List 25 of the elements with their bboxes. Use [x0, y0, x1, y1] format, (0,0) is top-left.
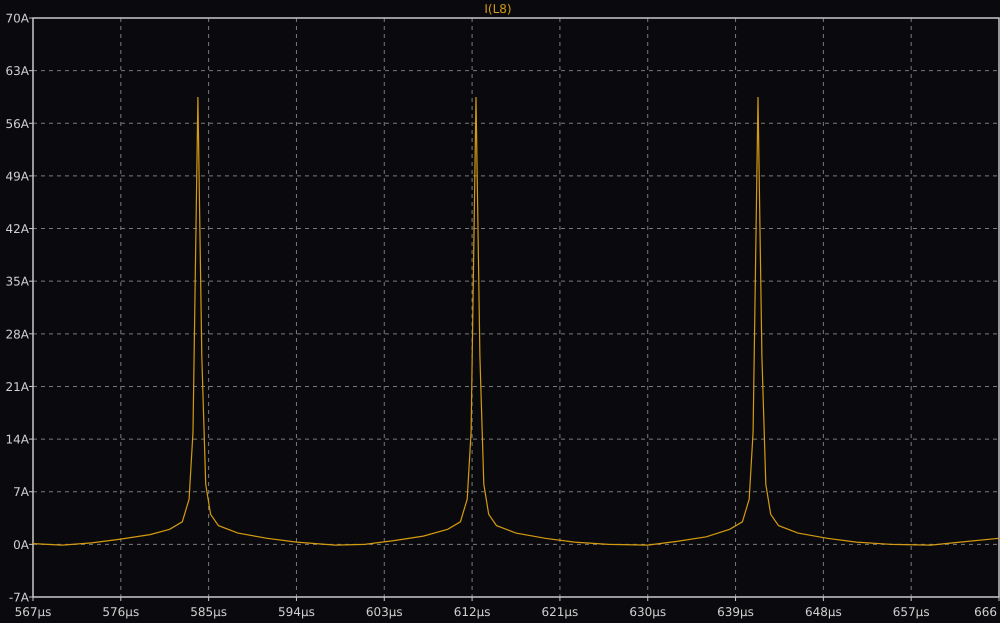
axis-tick-label: 7A — [13, 485, 29, 500]
axis-tick-label: 56A — [6, 116, 29, 131]
axis-tick-label: 567µs — [14, 605, 52, 619]
axis-tick-label: 28A — [6, 327, 29, 342]
axis-tick-label: 63A — [6, 64, 29, 78]
axis-tick-label: 612µs — [454, 605, 490, 619]
axis-tick-label: 21A — [6, 380, 29, 394]
axis-tick-label: 657µs — [892, 605, 930, 619]
axis-tick-label: -7A — [8, 590, 29, 604]
axis-tick-label: 14A — [6, 432, 29, 447]
axis-tick-label: 648µs — [804, 605, 842, 619]
axis-tick-label: 35A — [6, 274, 29, 289]
axis-tick-label: 49A — [6, 169, 29, 184]
axis-tick-label: 0A — [13, 538, 29, 552]
axis-tick-label: 666 — [974, 605, 997, 619]
trace-label: I(L8) — [484, 2, 512, 16]
axis-tick-label: 594µs — [278, 605, 315, 619]
axis-tick-label: 630µs — [629, 605, 666, 619]
axis-tick-label: 585µs — [190, 605, 228, 619]
axis-tick-label: 639µs — [717, 605, 754, 619]
axis-tick-label: 42A — [6, 222, 29, 236]
axis-tick-label: 576µs — [102, 605, 140, 619]
axis-tick-label: 70A — [6, 12, 29, 26]
axis-tick-label: 621µs — [542, 605, 578, 619]
axis-tick-label: 603µs — [366, 605, 403, 619]
